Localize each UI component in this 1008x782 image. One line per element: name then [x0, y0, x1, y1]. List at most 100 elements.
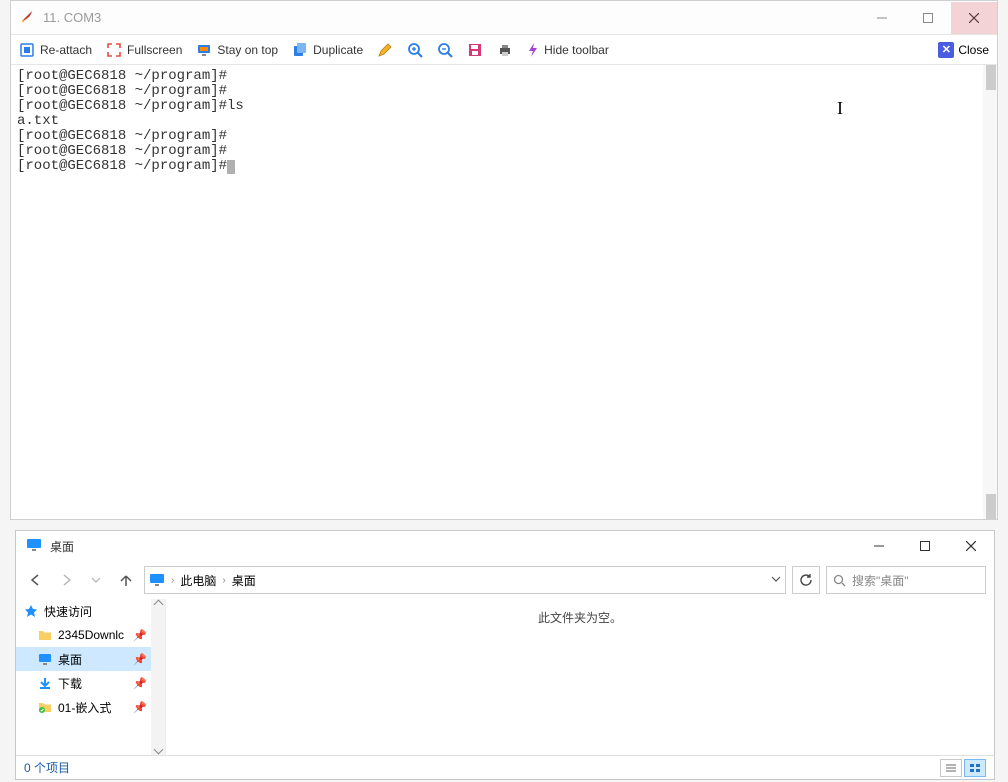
fullscreen-label: Fullscreen: [127, 43, 182, 57]
save-button[interactable]: [467, 42, 483, 58]
edit-button[interactable]: [377, 42, 393, 58]
explorer-navbar: › 此电脑 › 桌面 搜索"桌面": [16, 561, 994, 599]
explorer-window: 桌面 › 此电脑 › 桌面 搜索"桌面": [15, 530, 995, 780]
monitor-icon: [38, 653, 52, 665]
up-button[interactable]: [114, 568, 138, 592]
zoom-in-button[interactable]: [407, 42, 423, 58]
status-bar: 0 个项目: [16, 755, 994, 779]
terminal-line: [root@GEC6818 ~/program]#: [17, 69, 991, 84]
address-bar[interactable]: › 此电脑 › 桌面: [144, 566, 786, 594]
titlebar[interactable]: 11. COM3: [11, 1, 997, 35]
sidebar-scrollbar[interactable]: [151, 599, 165, 755]
fullscreen-icon: [106, 42, 122, 58]
sidebar: 快速访问 2345Downlc 📌 桌面 📌 下载 📌 01-嵌入式 📌: [16, 599, 166, 755]
terminal-line: [root@GEC6818 ~/program]#: [17, 129, 991, 144]
search-icon: [833, 574, 846, 587]
zoom-out-button[interactable]: [437, 42, 453, 58]
scrollbar-thumb[interactable]: [986, 65, 996, 90]
reattach-icon: [19, 42, 35, 58]
close-label: Close: [958, 43, 989, 57]
sidebar-item-downloads[interactable]: 下载 📌: [16, 671, 165, 695]
sidebar-item-label: 01-嵌入式: [58, 699, 111, 716]
hide-toolbar-button[interactable]: Hide toolbar: [527, 42, 609, 58]
sidebar-item-label: 桌面: [58, 651, 82, 668]
print-button[interactable]: [497, 42, 513, 58]
window-controls: [859, 2, 997, 34]
scrollbar[interactable]: [983, 65, 997, 519]
close-tab-button[interactable]: ✕ Close: [938, 42, 989, 58]
close-window-button[interactable]: [948, 530, 994, 562]
chevron-right-icon: ›: [171, 575, 174, 586]
minimize-button[interactable]: [859, 2, 905, 34]
text-cursor-icon: I: [837, 101, 843, 116]
terminal-line: a.txt: [17, 114, 991, 129]
chevron-right-icon: ›: [222, 575, 225, 586]
search-placeholder: 搜索"桌面": [852, 572, 909, 589]
sidebar-item-desktop[interactable]: 桌面 📌: [16, 647, 165, 671]
reattach-label: Re-attach: [40, 43, 92, 57]
folder-icon: [38, 629, 52, 641]
maximize-button[interactable]: [905, 2, 951, 34]
sidebar-item-label: 2345Downlc: [58, 628, 124, 642]
printer-icon: [497, 42, 513, 58]
view-switcher: [940, 759, 986, 777]
details-view-button[interactable]: [940, 759, 962, 777]
terminal-line: [root@GEC6818 ~/program]#: [17, 144, 991, 159]
explorer-title: 桌面: [50, 538, 856, 555]
forward-button[interactable]: [54, 568, 78, 592]
rocket-icon: [19, 8, 35, 27]
terminal-line: [root@GEC6818 ~/program]#: [17, 159, 991, 174]
breadcrumb-segment[interactable]: 此电脑: [180, 572, 216, 589]
back-button[interactable]: [24, 568, 48, 592]
window-title: 11. COM3: [43, 10, 859, 25]
pencil-icon: [377, 42, 393, 58]
terminal-cursor: [227, 160, 235, 174]
explorer-body: 快速访问 2345Downlc 📌 桌面 📌 下载 📌 01-嵌入式 📌: [16, 599, 994, 755]
recent-dropdown[interactable]: [84, 568, 108, 592]
icons-view-button[interactable]: [964, 759, 986, 777]
sidebar-item-embedded[interactable]: 01-嵌入式 📌: [16, 695, 165, 719]
monitor-icon: [26, 538, 42, 555]
sidebar-header-quick-access[interactable]: 快速访问: [16, 599, 165, 623]
scrollbar-thumb[interactable]: [986, 494, 996, 519]
minimize-button[interactable]: [856, 530, 902, 562]
reattach-button[interactable]: Re-attach: [19, 42, 92, 58]
refresh-icon: [799, 573, 813, 587]
x-icon: ✕: [938, 42, 954, 58]
search-input[interactable]: 搜索"桌面": [826, 566, 986, 594]
window-controls: [856, 530, 994, 562]
maximize-button[interactable]: [902, 530, 948, 562]
hide-toolbar-label: Hide toolbar: [544, 43, 609, 57]
terminal-line: [root@GEC6818 ~/program]#: [17, 84, 991, 99]
terminal-window: 11. COM3 Re-attach Fullscreen Stay on to…: [10, 0, 998, 520]
terminal-line: [root@GEC6818 ~/program]#ls: [17, 99, 991, 114]
lightning-icon: [527, 42, 539, 58]
toolbar: Re-attach Fullscreen Stay on top Duplica…: [11, 35, 997, 65]
monitor-icon: [196, 42, 212, 58]
pin-icon: 📌: [133, 653, 147, 666]
sidebar-item-downloads-2345[interactable]: 2345Downlc 📌: [16, 623, 165, 647]
monitor-icon: [149, 573, 165, 587]
breadcrumb-segment[interactable]: 桌面: [232, 572, 256, 589]
sidebar-header-label: 快速访问: [44, 603, 92, 620]
folder-check-icon: [38, 701, 52, 713]
list-icon: [945, 763, 957, 773]
star-icon: [24, 604, 38, 618]
duplicate-button[interactable]: Duplicate: [292, 42, 363, 58]
refresh-button[interactable]: [792, 566, 820, 594]
sidebar-item-label: 下载: [58, 675, 82, 692]
close-window-button[interactable]: [951, 2, 997, 34]
duplicate-label: Duplicate: [313, 43, 363, 57]
pin-icon: 📌: [133, 629, 147, 642]
stay-on-top-label: Stay on top: [217, 43, 278, 57]
item-count: 0 个项目: [24, 759, 70, 776]
fullscreen-button[interactable]: Fullscreen: [106, 42, 182, 58]
zoom-out-icon: [437, 42, 453, 58]
pin-icon: 📌: [133, 701, 147, 714]
content-pane[interactable]: 此文件夹为空。: [166, 599, 994, 755]
terminal-pane[interactable]: [root@GEC6818 ~/program]# [root@GEC6818 …: [11, 65, 997, 519]
zoom-in-icon: [407, 42, 423, 58]
explorer-titlebar[interactable]: 桌面: [16, 531, 994, 561]
chevron-down-icon[interactable]: [771, 573, 781, 587]
stay-on-top-button[interactable]: Stay on top: [196, 42, 278, 58]
